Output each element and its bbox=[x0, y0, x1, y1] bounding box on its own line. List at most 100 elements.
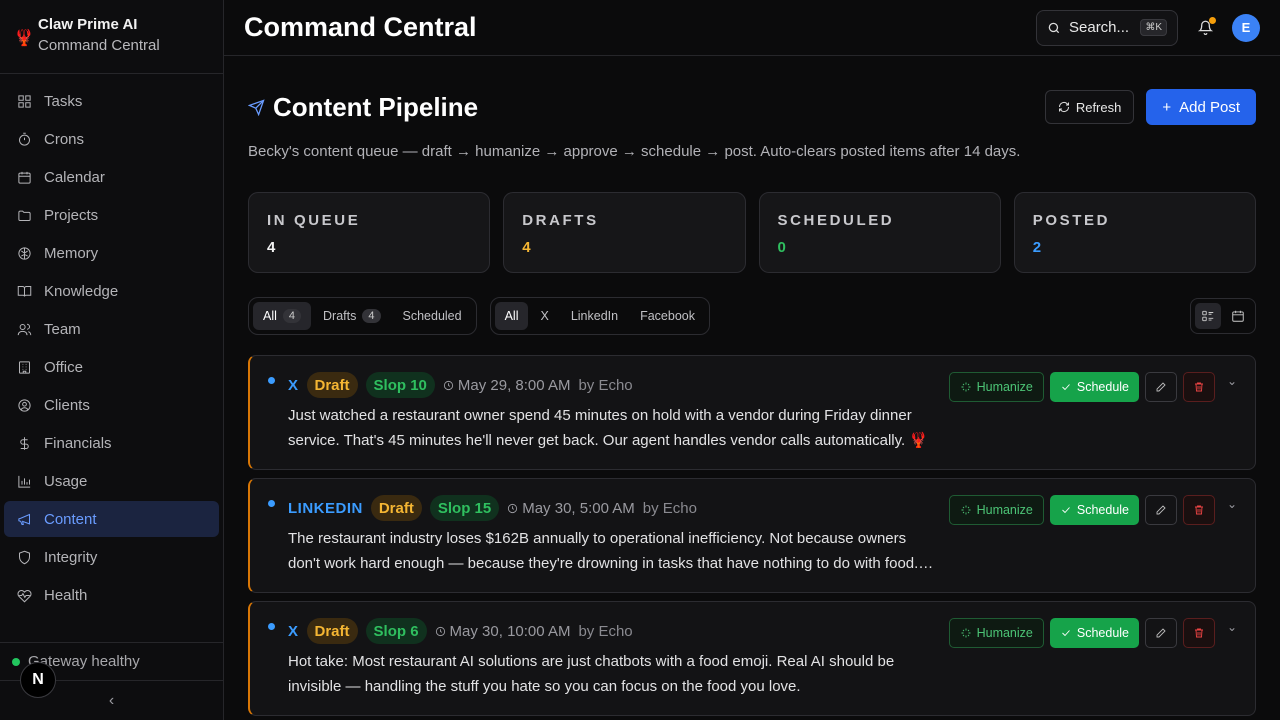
refresh-icon bbox=[1058, 101, 1069, 113]
heart-pulse-icon bbox=[16, 587, 32, 603]
platform-filter-x[interactable]: X bbox=[530, 302, 558, 330]
app-name: Claw Prime AI bbox=[38, 16, 138, 33]
post-author: by Echo bbox=[642, 499, 697, 517]
sidebar-item-projects[interactable]: Projects bbox=[4, 197, 219, 233]
sidebar-item-health[interactable]: Health bbox=[4, 577, 219, 613]
stat-label: DRAFTS bbox=[522, 212, 599, 229]
brain-icon bbox=[16, 245, 32, 261]
sidebar-item-team[interactable]: Team bbox=[4, 311, 219, 347]
filter-label: Drafts bbox=[323, 309, 357, 323]
status-filter-scheduled[interactable]: Scheduled bbox=[393, 302, 472, 330]
sidebar-item-integrity[interactable]: Integrity bbox=[4, 539, 219, 575]
post-time-label: May 30, 5:00 AM bbox=[522, 499, 635, 517]
sidebar-item-office[interactable]: Office bbox=[4, 349, 219, 385]
page-title-text: Content Pipeline bbox=[273, 91, 479, 122]
expand-chevron-icon[interactable]: ⌄ bbox=[1227, 497, 1237, 511]
post-actions: Humanize Schedule bbox=[948, 495, 1215, 525]
post-time-label: May 29, 8:00 AM bbox=[457, 376, 571, 394]
platform-filter-linkedin[interactable]: LinkedIn bbox=[561, 302, 628, 330]
clock-icon bbox=[443, 380, 453, 390]
post-card[interactable]: X Draft Slop 10 May 29, 8:00 AM by Echo Just … bbox=[248, 355, 1256, 470]
search-icon bbox=[1048, 22, 1060, 33]
humanize-button[interactable]: Humanize bbox=[948, 618, 1044, 648]
edit-button[interactable] bbox=[1145, 372, 1177, 402]
delete-button[interactable] bbox=[1183, 618, 1215, 648]
avatar[interactable]: E bbox=[1232, 13, 1260, 42]
calendar-view-button[interactable] bbox=[1225, 303, 1251, 329]
platform-filter-all[interactable]: All bbox=[494, 302, 529, 330]
status-badge: Draft bbox=[370, 495, 422, 521]
calendar-icon bbox=[16, 169, 32, 185]
filter-label: LinkedIn bbox=[570, 309, 619, 323]
post-time: May 30, 5:00 AM bbox=[507, 500, 635, 517]
list-view-button[interactable] bbox=[1195, 303, 1221, 329]
post-time: May 30, 10:00 AM bbox=[435, 623, 570, 640]
sidebar-item-memory[interactable]: Memory bbox=[4, 235, 219, 271]
schedule-button[interactable]: Schedule bbox=[1049, 618, 1139, 648]
sidebar-item-label: Content bbox=[44, 510, 97, 528]
trash-icon bbox=[1195, 505, 1203, 515]
add-post-button[interactable]: + Add Post bbox=[1146, 89, 1256, 125]
filter-label: All bbox=[263, 309, 277, 323]
shield-icon bbox=[16, 549, 32, 565]
sidebar-item-usage[interactable]: Usage bbox=[4, 463, 219, 499]
stat-card-scheduled: SCHEDULED 0 bbox=[758, 192, 1001, 273]
sidebar-item-tasks[interactable]: Tasks bbox=[4, 83, 219, 119]
platform-filter-facebook[interactable]: Facebook bbox=[630, 302, 705, 330]
refresh-button[interactable]: Refresh bbox=[1044, 90, 1135, 124]
schedule-button[interactable]: Schedule bbox=[1049, 495, 1139, 525]
humanize-button[interactable]: Humanize bbox=[948, 372, 1044, 402]
building-icon bbox=[16, 359, 32, 375]
sidebar-item-label: Integrity bbox=[44, 548, 98, 566]
expand-chevron-icon[interactable]: ⌄ bbox=[1227, 620, 1237, 634]
post-list: X Draft Slop 10 May 29, 8:00 AM by Echo Just … bbox=[248, 355, 1256, 716]
status-filter: All 4 Drafts 4 Scheduled bbox=[248, 297, 477, 335]
filter-count: 4 bbox=[362, 309, 381, 323]
stat-label: IN QUEUE bbox=[267, 212, 361, 229]
sidebar-item-label: Health bbox=[44, 586, 88, 604]
schedule-button[interactable]: Schedule bbox=[1049, 372, 1139, 402]
trash-icon bbox=[1195, 628, 1203, 638]
pencil-icon bbox=[1156, 505, 1166, 515]
sidebar-item-crons[interactable]: Crons bbox=[4, 121, 219, 157]
main-area: Command Central Search... ⌘K E Content P… bbox=[224, 0, 1280, 720]
stat-card-in-queue: IN QUEUE 4 bbox=[248, 192, 491, 273]
expand-chevron-icon[interactable]: ⌄ bbox=[1227, 374, 1237, 388]
sidebar-item-label: Knowledge bbox=[44, 282, 119, 300]
sidebar-item-label: Crons bbox=[44, 130, 85, 148]
post-card[interactable]: LINKEDIN Draft Slop 15 May 30, 5:00 AM by Ec… bbox=[248, 478, 1256, 593]
filters-row: All 4 Drafts 4 Scheduled All X LinkedIn Faceboo… bbox=[248, 297, 1256, 335]
filter-label: Scheduled bbox=[402, 309, 462, 323]
unread-dot bbox=[268, 500, 275, 507]
sidebar-item-financials[interactable]: Financials bbox=[4, 425, 219, 461]
check-icon bbox=[1062, 507, 1070, 514]
delete-button[interactable] bbox=[1183, 495, 1215, 525]
content-section: Content Pipeline Refresh + Add Post Beck… bbox=[224, 89, 1280, 716]
sidebar-item-clients[interactable]: Clients bbox=[4, 387, 219, 423]
unread-dot bbox=[268, 377, 275, 384]
slop-score-badge: Slop 6 bbox=[365, 618, 427, 644]
humanize-button[interactable]: Humanize bbox=[948, 495, 1044, 525]
sidebar-item-content[interactable]: Content bbox=[4, 501, 219, 537]
stat-value: 0 bbox=[777, 239, 786, 256]
stat-label: POSTED bbox=[1032, 212, 1111, 229]
slop-score-badge: Slop 10 bbox=[365, 372, 435, 398]
topbar: Command Central Search... ⌘K E bbox=[224, 0, 1280, 56]
sidebar-item-calendar[interactable]: Calendar bbox=[4, 159, 219, 195]
delete-button[interactable] bbox=[1183, 372, 1215, 402]
sparkles-icon bbox=[961, 382, 971, 392]
trash-icon bbox=[1195, 382, 1203, 392]
filter-label: Facebook bbox=[640, 309, 695, 323]
status-filter-all[interactable]: All 4 bbox=[253, 302, 312, 330]
edit-button[interactable] bbox=[1145, 495, 1177, 525]
post-author: by Echo bbox=[578, 622, 633, 640]
post-card[interactable]: X Draft Slop 6 May 30, 10:00 AM by Echo Hot t… bbox=[248, 601, 1256, 716]
megaphone-icon bbox=[16, 511, 32, 527]
search-button[interactable]: Search... ⌘K bbox=[1036, 9, 1178, 46]
notifications-button[interactable] bbox=[1194, 16, 1216, 39]
status-filter-drafts[interactable]: Drafts 4 bbox=[313, 302, 390, 330]
folder-icon bbox=[16, 207, 32, 223]
edit-button[interactable] bbox=[1145, 618, 1177, 648]
sidebar-item-knowledge[interactable]: Knowledge bbox=[4, 273, 219, 309]
dev-tools-badge[interactable]: N bbox=[20, 662, 56, 698]
